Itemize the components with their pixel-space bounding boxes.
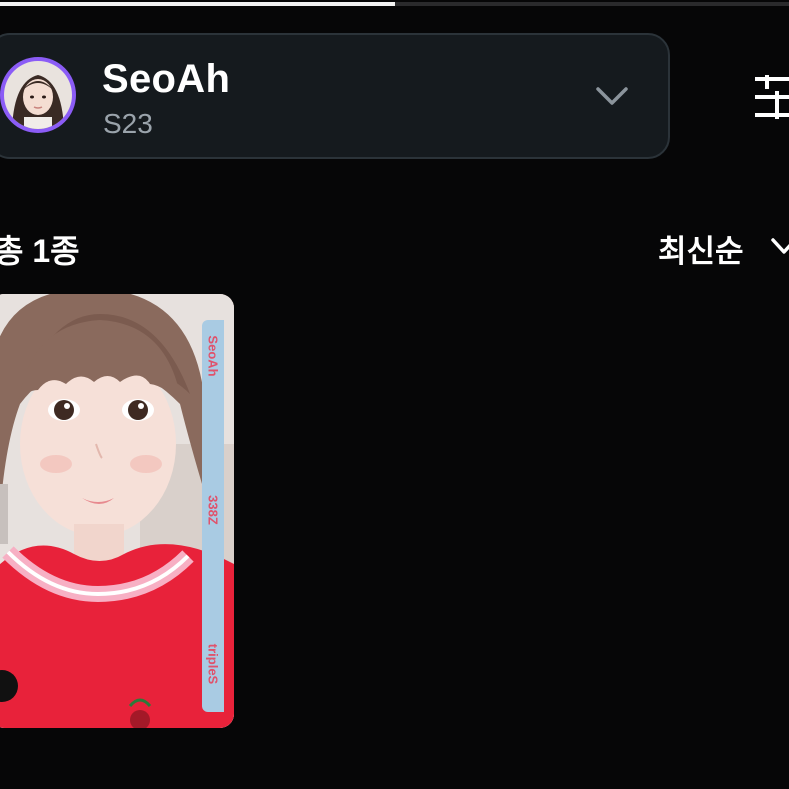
member-season: S23 bbox=[103, 108, 153, 139]
chevron-down-icon[interactable] bbox=[594, 83, 630, 109]
progress-bar bbox=[0, 2, 789, 6]
card-band-number: 338Z bbox=[205, 495, 221, 525]
progress-bar-fill bbox=[0, 2, 395, 6]
card-band-group: tripleS bbox=[205, 643, 221, 685]
objekt-collection-screen: SeoAh S23 총 1종 최신순 SeoAh 338Z tripleS bbox=[0, 0, 789, 789]
member-name: SeoAh bbox=[102, 57, 231, 101]
member-selector[interactable]: SeoAh S23 bbox=[0, 33, 670, 159]
objekt-card[interactable]: SeoAh 338Z tripleS bbox=[0, 294, 234, 728]
card-band-name: SeoAh bbox=[205, 335, 221, 377]
chevron-down-icon[interactable] bbox=[770, 236, 789, 258]
avatar bbox=[0, 57, 76, 133]
filter-icon[interactable] bbox=[755, 75, 789, 119]
sort-dropdown[interactable]: 최신순 bbox=[658, 226, 744, 271]
collection-count: 총 1종 bbox=[0, 233, 80, 269]
card-photo bbox=[0, 294, 234, 728]
